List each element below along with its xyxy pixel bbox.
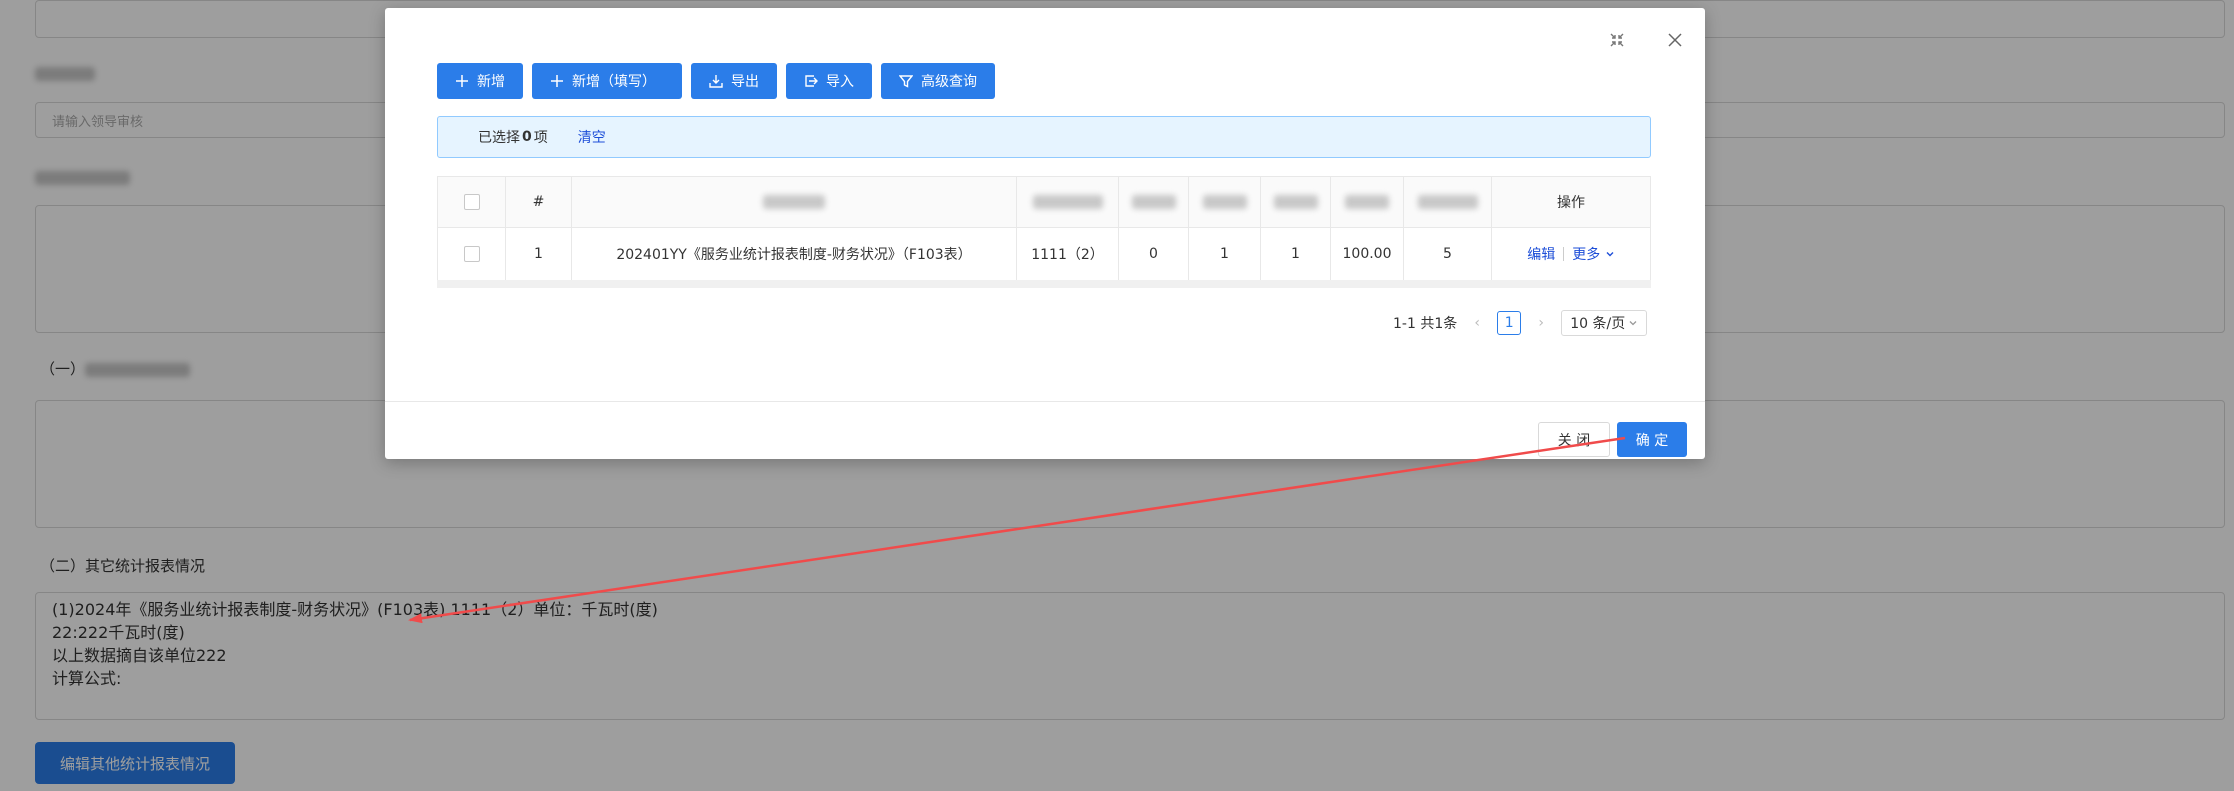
export-button-label: 导出 xyxy=(731,74,759,90)
row-name: 202401YY《服务业统计报表制度-财务状况》（F103表） xyxy=(572,228,1017,280)
report-table: # 操作 1 202401YY《服务业统计报表制度-财务状况》（F103表） 1… xyxy=(437,176,1651,281)
row-col-3: 0 xyxy=(1119,228,1189,280)
row-select[interactable] xyxy=(438,228,506,280)
advanced-query-button-label: 高级查询 xyxy=(921,74,977,90)
action-divider xyxy=(1563,247,1565,261)
row-index: 1 xyxy=(506,228,572,280)
selection-alert: 已选择 0 项 清空 xyxy=(437,116,1651,158)
pagination: 1-1 共1条 ‹ 1 › 10 条/页 xyxy=(1393,310,1648,336)
header-ops: 操作 xyxy=(1557,195,1585,211)
download-icon xyxy=(709,75,723,88)
selected-count: 0 xyxy=(522,129,532,145)
header-col-6 xyxy=(1331,177,1404,227)
header-select-all[interactable] xyxy=(438,177,506,227)
import-button[interactable]: 导入 xyxy=(786,63,872,99)
add-button-label: 新增 xyxy=(477,74,505,90)
import-icon xyxy=(805,75,818,87)
toolbar: 新增 新增（填写） 导出 导入 高级查询 xyxy=(437,63,995,99)
header-col-name xyxy=(572,177,1017,227)
add-fill-button[interactable]: 新增（填写） xyxy=(532,63,682,99)
select-all-checkbox[interactable] xyxy=(463,194,480,210)
row-col-7: 5 xyxy=(1404,228,1492,280)
row-col-4: 1 xyxy=(1189,228,1261,280)
modal-footer: 关 闭 确 定 xyxy=(385,401,1705,460)
table-row: 1 202401YY《服务业统计报表制度-财务状况》（F103表） 1111（2… xyxy=(438,228,1650,281)
row-code: 1111（2） xyxy=(1017,228,1119,280)
row-col-6: 100.00 xyxy=(1331,228,1404,280)
pagination-summary: 1-1 共1条 xyxy=(1393,316,1458,332)
add-button[interactable]: 新增 xyxy=(437,63,523,99)
close-icon[interactable] xyxy=(1665,30,1685,50)
add-fill-button-label: 新增（填写） xyxy=(572,74,656,90)
table-header-row: # 操作 xyxy=(438,177,1650,228)
clear-selection-link[interactable]: 清空 xyxy=(578,127,606,147)
header-index: # xyxy=(506,177,572,227)
import-button-label: 导入 xyxy=(826,74,854,90)
plus-icon xyxy=(551,75,563,87)
row-checkbox[interactable] xyxy=(463,246,480,262)
header-col-7 xyxy=(1404,177,1492,227)
selected-prefix: 已选择 xyxy=(478,130,520,146)
page-size-select[interactable]: 10 条/页 xyxy=(1561,310,1648,336)
header-col-code xyxy=(1017,177,1119,227)
row-actions: 编辑 更多 xyxy=(1527,244,1614,264)
page-size-value: 10 条/页 xyxy=(1570,316,1626,332)
confirm-button[interactable]: 确 定 xyxy=(1617,422,1687,457)
header-col-5 xyxy=(1261,177,1331,227)
plus-icon xyxy=(456,75,468,87)
header-col-4 xyxy=(1189,177,1261,227)
header-col-3 xyxy=(1119,177,1189,227)
fullscreen-icon[interactable] xyxy=(1607,30,1627,50)
row-ops: 编辑 更多 xyxy=(1492,228,1650,280)
more-dropdown[interactable]: 更多 xyxy=(1572,244,1614,264)
select-report-modal: 新增 新增（填写） 导出 导入 高级查询 已选择 0 项 清空 # 操作 1 2… xyxy=(385,8,1705,459)
close-button[interactable]: 关 闭 xyxy=(1538,422,1610,457)
selected-suffix: 项 xyxy=(533,130,548,146)
more-label: 更多 xyxy=(1572,247,1601,263)
chevron-down-icon xyxy=(1606,252,1614,257)
next-page-icon[interactable]: › xyxy=(1533,315,1549,331)
advanced-query-button[interactable]: 高级查询 xyxy=(881,63,995,99)
row-col-5: 1 xyxy=(1261,228,1331,280)
export-button[interactable]: 导出 xyxy=(691,63,777,99)
table-horizontal-scrollbar[interactable] xyxy=(437,280,1651,288)
edit-link[interactable]: 编辑 xyxy=(1527,244,1555,264)
modal-window-controls xyxy=(1607,30,1685,50)
current-page-button[interactable]: 1 xyxy=(1497,311,1522,335)
prev-page-icon[interactable]: ‹ xyxy=(1469,315,1485,331)
filter-icon xyxy=(899,75,913,88)
chevron-down-icon xyxy=(1629,321,1637,326)
